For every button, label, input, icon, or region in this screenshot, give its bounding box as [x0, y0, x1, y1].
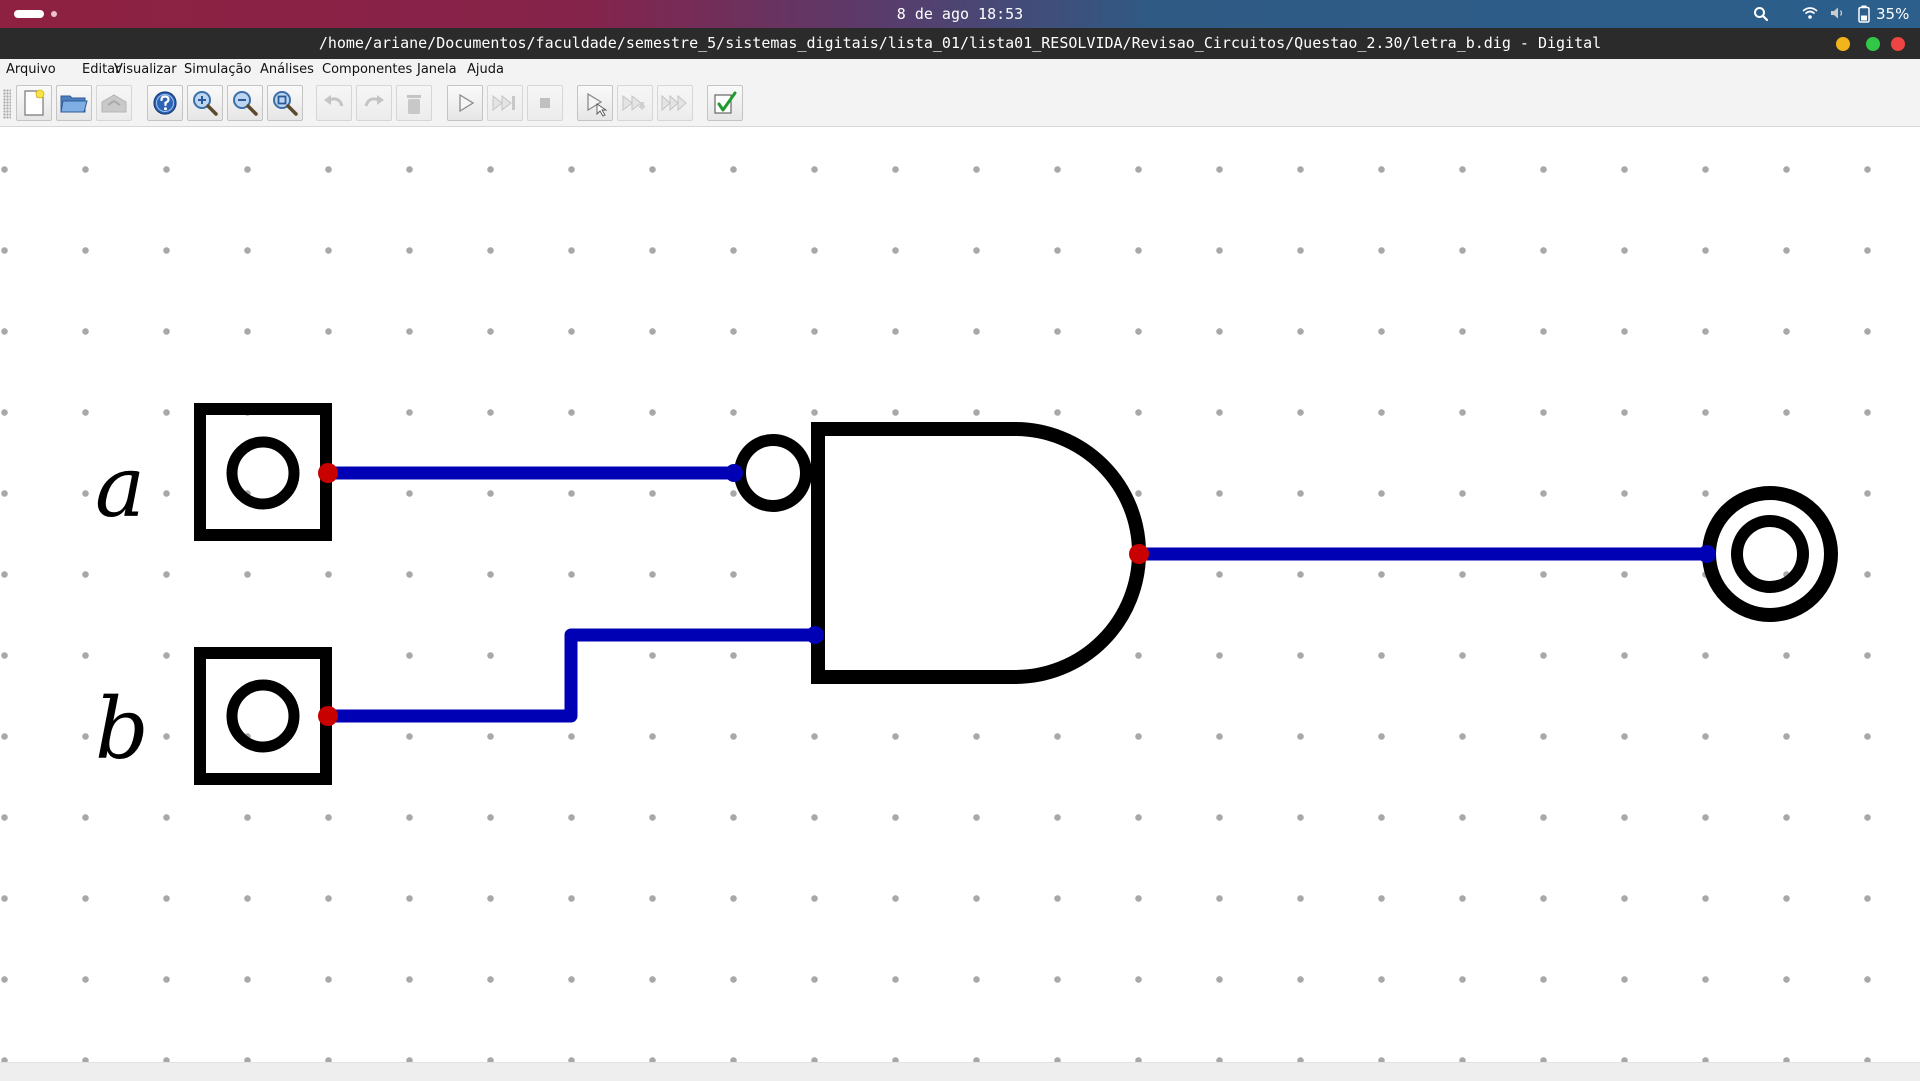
- input-b[interactable]: [194, 647, 332, 785]
- system-top-bar: 8 de ago 18:53 35%: [0, 0, 1920, 28]
- run-simulation-icon: [459, 93, 475, 113]
- menu-janela[interactable]: Janela: [411, 59, 463, 81]
- redo-icon: [364, 95, 384, 107]
- status-bar: [0, 1062, 1920, 1081]
- zoom-out-button[interactable]: [227, 85, 263, 121]
- menu-simulacao[interactable]: Simulação: [178, 59, 257, 81]
- pin-gate-in-b: [806, 626, 824, 644]
- search-icon[interactable]: [1752, 5, 1770, 23]
- delete-button[interactable]: [396, 85, 432, 121]
- maximize-button[interactable]: [1866, 37, 1880, 51]
- pin-a-out: [318, 463, 338, 483]
- step-button[interactable]: [487, 85, 523, 121]
- step-icon: [492, 94, 515, 112]
- run-to-break-button[interactable]: [617, 85, 653, 121]
- menu-arquivo[interactable]: Arquivo: [0, 59, 62, 81]
- menu-bar: Arquivo Editar Visualizar Simulação Anál…: [0, 59, 1920, 81]
- menu-visualizar[interactable]: Visualizar: [108, 59, 183, 81]
- single-step-icon: [587, 92, 608, 117]
- output-led[interactable]: [1702, 486, 1838, 622]
- battery-icon: [1858, 5, 1870, 23]
- help-icon: [153, 91, 177, 115]
- close-button[interactable]: [1891, 37, 1905, 51]
- window-title: /home/ariane/Documentos/faculdade/semest…: [318, 34, 1602, 52]
- run-simulation-button[interactable]: [447, 85, 483, 121]
- redo-button[interactable]: [356, 85, 392, 121]
- delete-icon: [407, 95, 421, 114]
- zoom-fit-icon: [273, 91, 298, 116]
- stop-button[interactable]: [527, 85, 563, 121]
- volume-icon: [1831, 7, 1843, 19]
- help-button[interactable]: [147, 85, 183, 121]
- undo-button[interactable]: [316, 85, 352, 121]
- inverter-bubble: [734, 434, 812, 512]
- input-a[interactable]: [194, 403, 332, 541]
- menu-ajuda[interactable]: Ajuda: [461, 59, 510, 81]
- test-check-icon: [714, 91, 737, 114]
- save-button[interactable]: [96, 85, 132, 121]
- run-to-break-icon: [622, 94, 646, 112]
- zoom-in-icon: [193, 91, 218, 116]
- fast-forward-button[interactable]: [657, 85, 693, 121]
- menu-componentes[interactable]: Componentes: [316, 59, 418, 81]
- save-icon: [101, 94, 127, 113]
- zoom-in-button[interactable]: [187, 85, 223, 121]
- fast-forward-icon: [661, 94, 687, 112]
- window-title-bar[interactable]: /home/ariane/Documentos/faculdade/semest…: [0, 28, 1920, 59]
- stop-icon: [540, 98, 550, 108]
- toolbar: [0, 81, 1920, 127]
- pin-output-in: [1698, 545, 1716, 563]
- system-tray[interactable]: 35%: [1780, 2, 1920, 26]
- open-button[interactable]: [56, 85, 92, 121]
- pin-b-out: [318, 706, 338, 726]
- circuit-canvas[interactable]: a b: [0, 127, 1920, 1062]
- wifi-icon: [1802, 7, 1818, 19]
- wire-b[interactable]: [321, 628, 822, 723]
- single-step-button[interactable]: [577, 85, 613, 121]
- menu-analises[interactable]: Análises: [254, 59, 320, 81]
- zoom-fit-button[interactable]: [267, 85, 303, 121]
- pin-gate-in-a: [725, 464, 743, 482]
- pin-gate-out: [1129, 544, 1149, 564]
- battery-percentage: 35%: [1876, 5, 1910, 23]
- new-file-button[interactable]: [16, 85, 52, 121]
- circuit-diagram: [194, 403, 1838, 785]
- new-file-icon: [24, 89, 45, 116]
- open-folder-icon: [60, 95, 88, 113]
- clock[interactable]: 8 de ago 18:53: [0, 0, 1920, 28]
- zoom-out-icon: [233, 91, 258, 116]
- minimize-button[interactable]: [1836, 37, 1850, 51]
- test-button[interactable]: [707, 85, 743, 121]
- undo-icon: [324, 95, 344, 107]
- toolbar-grip[interactable]: [3, 89, 11, 119]
